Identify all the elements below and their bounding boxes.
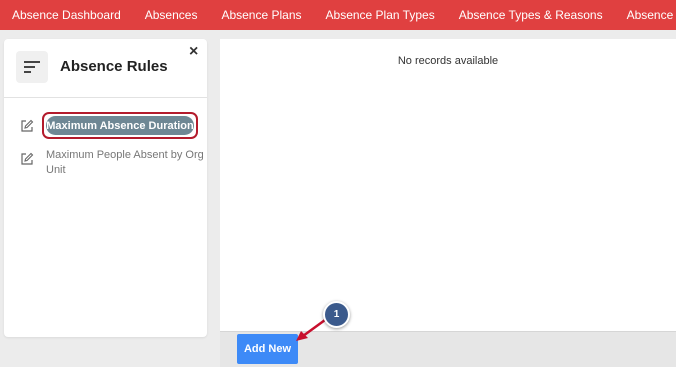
records-panel: No records available	[220, 39, 676, 331]
edit-icon[interactable]	[20, 152, 34, 166]
sidebar-title: Absence Rules	[60, 58, 168, 75]
menu-lines-icon[interactable]	[16, 51, 48, 83]
top-navigation: Absence Dashboard Absences Absence Plans…	[0, 0, 676, 30]
nav-absence-plan-types[interactable]: Absence Plan Types	[314, 0, 447, 30]
sidebar-header: Absence Rules ×	[4, 39, 207, 98]
rule-label[interactable]: Maximum Absence Duration	[46, 116, 194, 135]
nav-absence-rules[interactable]: Absence Rules	[615, 0, 676, 30]
rule-item-maximum-absence-duration[interactable]: Maximum Absence Duration	[4, 112, 207, 141]
close-icon[interactable]: ×	[189, 42, 198, 62]
nav-absence-types-reasons[interactable]: Absence Types & Reasons	[447, 0, 615, 30]
rules-sidebar: Absence Rules × Maximum Absence Duration…	[4, 39, 207, 337]
active-rule-highlight[interactable]: Maximum Absence Duration	[42, 112, 198, 139]
empty-message: No records available	[397, 55, 499, 67]
nav-absence-plans[interactable]: Absence Plans	[209, 0, 313, 30]
nav-absence-dashboard[interactable]: Absence Dashboard	[0, 0, 133, 30]
nav-absences[interactable]: Absences	[133, 0, 210, 30]
edit-icon[interactable]	[20, 119, 34, 133]
rule-item-maximum-people-absent[interactable]: Maximum People Absent by Org Unit	[4, 148, 207, 180]
step-callout-badge: 1	[323, 301, 350, 328]
rule-label[interactable]: Maximum People Absent by Org Unit	[46, 148, 206, 178]
add-new-button[interactable]: Add New	[237, 334, 298, 364]
